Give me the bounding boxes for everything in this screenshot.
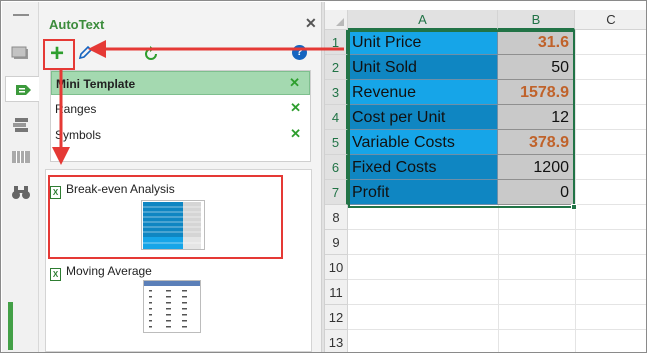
entry-break-even-analysis[interactable]: X Break-even Analysis [50,182,175,199]
fill-handle[interactable] [571,204,577,210]
add-autotext-button[interactable]: + [43,39,75,70]
close-icon[interactable]: ✕ [290,126,301,142]
gridline-column [575,30,576,352]
grip-icon[interactable] [13,14,29,16]
row-header-9[interactable]: 9 [325,230,348,255]
row-header-12[interactable]: 12 [325,305,348,330]
excel-file-icon: X [50,268,61,281]
autotext-icon [16,85,31,95]
app-window: AutoText ✕ + ? Mini Template ✕ Ranges ✕ … [0,0,647,353]
group-label: Mini Template [56,77,136,91]
row-header-11[interactable]: 11 [325,280,348,305]
row-header-10[interactable]: 10 [325,255,348,280]
row-header-8[interactable]: 8 [325,205,348,230]
preview-image [144,281,200,328]
close-icon[interactable]: ✕ [290,100,301,116]
side-rail [2,2,39,352]
preview-image [143,202,201,249]
columns-icon[interactable] [11,149,31,165]
group-item-ranges[interactable]: Ranges ✕ [51,97,310,121]
group-list: Mini Template ✕ Ranges ✕ Symbols ✕ [50,70,311,162]
row-header-1[interactable]: 1 [325,30,348,55]
entry-label: Moving Average [66,264,152,278]
row-header-13[interactable]: 13 [325,330,348,352]
help-icon[interactable]: ? [292,45,307,60]
close-icon[interactable]: ✕ [305,15,317,32]
autotext-entry-list: X Break-even Analysis X Moving Average [45,169,312,352]
entry-moving-average[interactable]: X Moving Average [50,264,152,281]
group-item-mini-template[interactable]: Mini Template ✕ [51,71,310,95]
group-label: Ranges [55,102,97,116]
excel-file-icon: X [50,186,61,199]
autotext-pane: AutoText ✕ + ? Mini Template ✕ Ranges ✕ … [39,2,321,352]
select-all-corner[interactable] [325,10,348,30]
row-header-6[interactable]: 6 [325,155,348,180]
row-header-2[interactable]: 2 [325,55,348,80]
entry-preview-thumbnail[interactable] [143,280,201,333]
binoculars-icon[interactable] [11,184,31,200]
close-icon[interactable]: ✕ [289,75,300,91]
group-label: Symbols [55,128,102,142]
column-header-c[interactable]: C [575,10,646,30]
window-icon[interactable] [11,46,31,62]
spreadsheet-grid: A B C 1 2 3 4 5 6 7 8 9 10 11 12 13 Unit Price 31.6 Un… [325,2,646,352]
group-item-symbols[interactable]: Symbols ✕ [51,123,310,147]
row-header-4[interactable]: 4 [325,105,348,130]
entry-label: Break-even Analysis [66,182,175,196]
edit-icon[interactable] [77,45,93,61]
entry-preview-thumbnail[interactable] [141,200,205,250]
plus-icon: + [50,40,65,67]
selection-border [348,30,575,208]
row-header-7[interactable]: 7 [325,180,348,205]
autotext-tab[interactable] [5,76,39,102]
status-bar-accent [8,302,13,350]
column-header-b[interactable]: B [498,10,575,30]
refresh-icon[interactable] [142,45,160,63]
pane-title: AutoText [49,17,105,32]
layers-icon[interactable] [11,117,31,133]
row-header-5[interactable]: 5 [325,130,348,155]
row-header-3[interactable]: 3 [325,80,348,105]
column-header-a[interactable]: A [348,10,498,30]
